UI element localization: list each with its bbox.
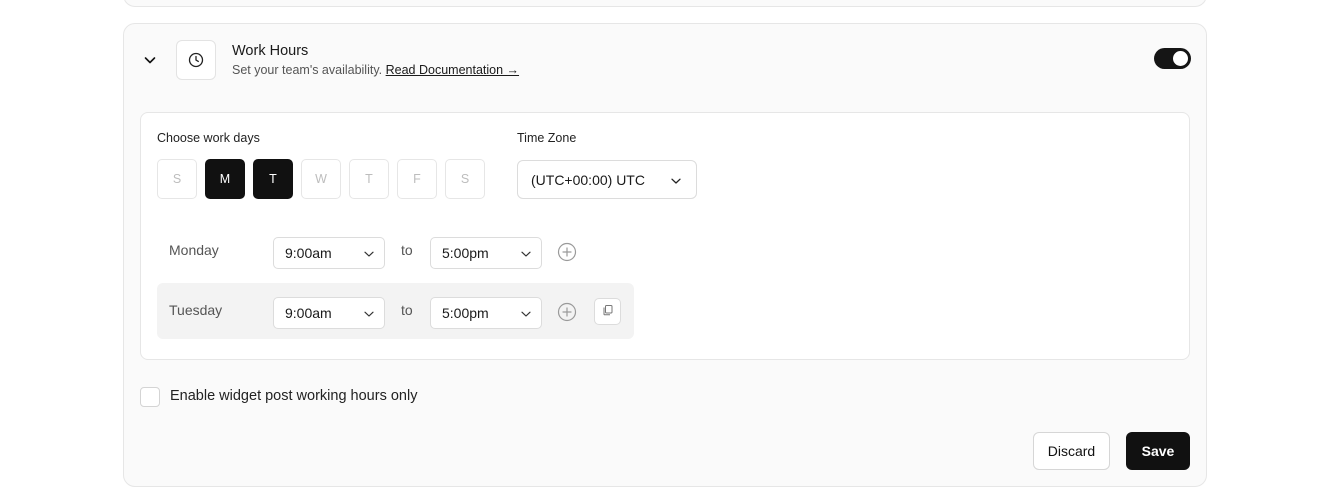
- schedule-row-monday: Monday 9:00am to 5:00pm: [157, 223, 634, 279]
- chevron-down-icon: [520, 307, 532, 323]
- start-time-value: 9:00am: [285, 305, 332, 321]
- schedule-day-label: Monday: [169, 242, 219, 258]
- schedule-row-tuesday: Tuesday 9:00am to 5:00pm: [157, 283, 634, 339]
- time-separator: to: [401, 242, 413, 258]
- widget-post-hours-label: Enable widget post working hours only: [170, 388, 418, 404]
- day-saturday[interactable]: S: [445, 159, 485, 199]
- section-title: Work Hours: [232, 43, 309, 59]
- copy-icon: [602, 303, 614, 321]
- read-documentation-link[interactable]: Read Documentation →: [386, 63, 519, 77]
- end-time-value: 5:00pm: [442, 245, 489, 261]
- chevron-down-icon: [670, 174, 682, 190]
- previous-section-card: [123, 0, 1207, 7]
- save-button[interactable]: Save: [1126, 432, 1190, 470]
- day-tuesday[interactable]: T: [253, 159, 293, 199]
- work-days-selector: S M T W T F S: [157, 159, 485, 199]
- widget-post-hours-checkbox[interactable]: [140, 387, 160, 407]
- copy-times-button[interactable]: [594, 298, 621, 325]
- monday-start-time-select[interactable]: 9:00am: [273, 237, 385, 269]
- monday-end-time-select[interactable]: 5:00pm: [430, 237, 542, 269]
- work-days-label: Choose work days: [157, 131, 260, 145]
- toggle-knob: [1173, 51, 1188, 66]
- timezone-value: (UTC+00:00) UTC: [531, 171, 645, 188]
- time-separator: to: [401, 302, 413, 318]
- discard-button[interactable]: Discard: [1033, 432, 1110, 470]
- day-wednesday[interactable]: W: [301, 159, 341, 199]
- day-thursday[interactable]: T: [349, 159, 389, 199]
- chevron-down-icon: [363, 307, 375, 323]
- day-sunday[interactable]: S: [157, 159, 197, 199]
- work-hours-settings-panel: Choose work days S M T W T F S Time Zone…: [140, 112, 1190, 360]
- end-time-value: 5:00pm: [442, 305, 489, 321]
- chevron-down-icon: [520, 247, 532, 263]
- work-hours-card: Work Hours Set your team's availability.…: [123, 23, 1207, 487]
- tuesday-start-time-select[interactable]: 9:00am: [273, 297, 385, 329]
- add-time-range-icon[interactable]: [557, 302, 577, 322]
- collapse-chevron-icon[interactable]: [142, 52, 158, 68]
- start-time-value: 9:00am: [285, 245, 332, 261]
- section-subtitle: Set your team's availability. Read Docum…: [232, 63, 519, 77]
- chevron-down-icon: [363, 247, 375, 263]
- day-monday[interactable]: M: [205, 159, 245, 199]
- clock-icon: [176, 40, 216, 80]
- subtitle-text: Set your team's availability.: [232, 63, 383, 77]
- schedule-day-label: Tuesday: [169, 302, 223, 318]
- work-hours-toggle[interactable]: [1154, 48, 1191, 69]
- tuesday-end-time-select[interactable]: 5:00pm: [430, 297, 542, 329]
- add-time-range-icon[interactable]: [557, 242, 577, 262]
- timezone-label: Time Zone: [517, 131, 577, 145]
- day-friday[interactable]: F: [397, 159, 437, 199]
- timezone-select[interactable]: (UTC+00:00) UTC: [517, 160, 697, 199]
